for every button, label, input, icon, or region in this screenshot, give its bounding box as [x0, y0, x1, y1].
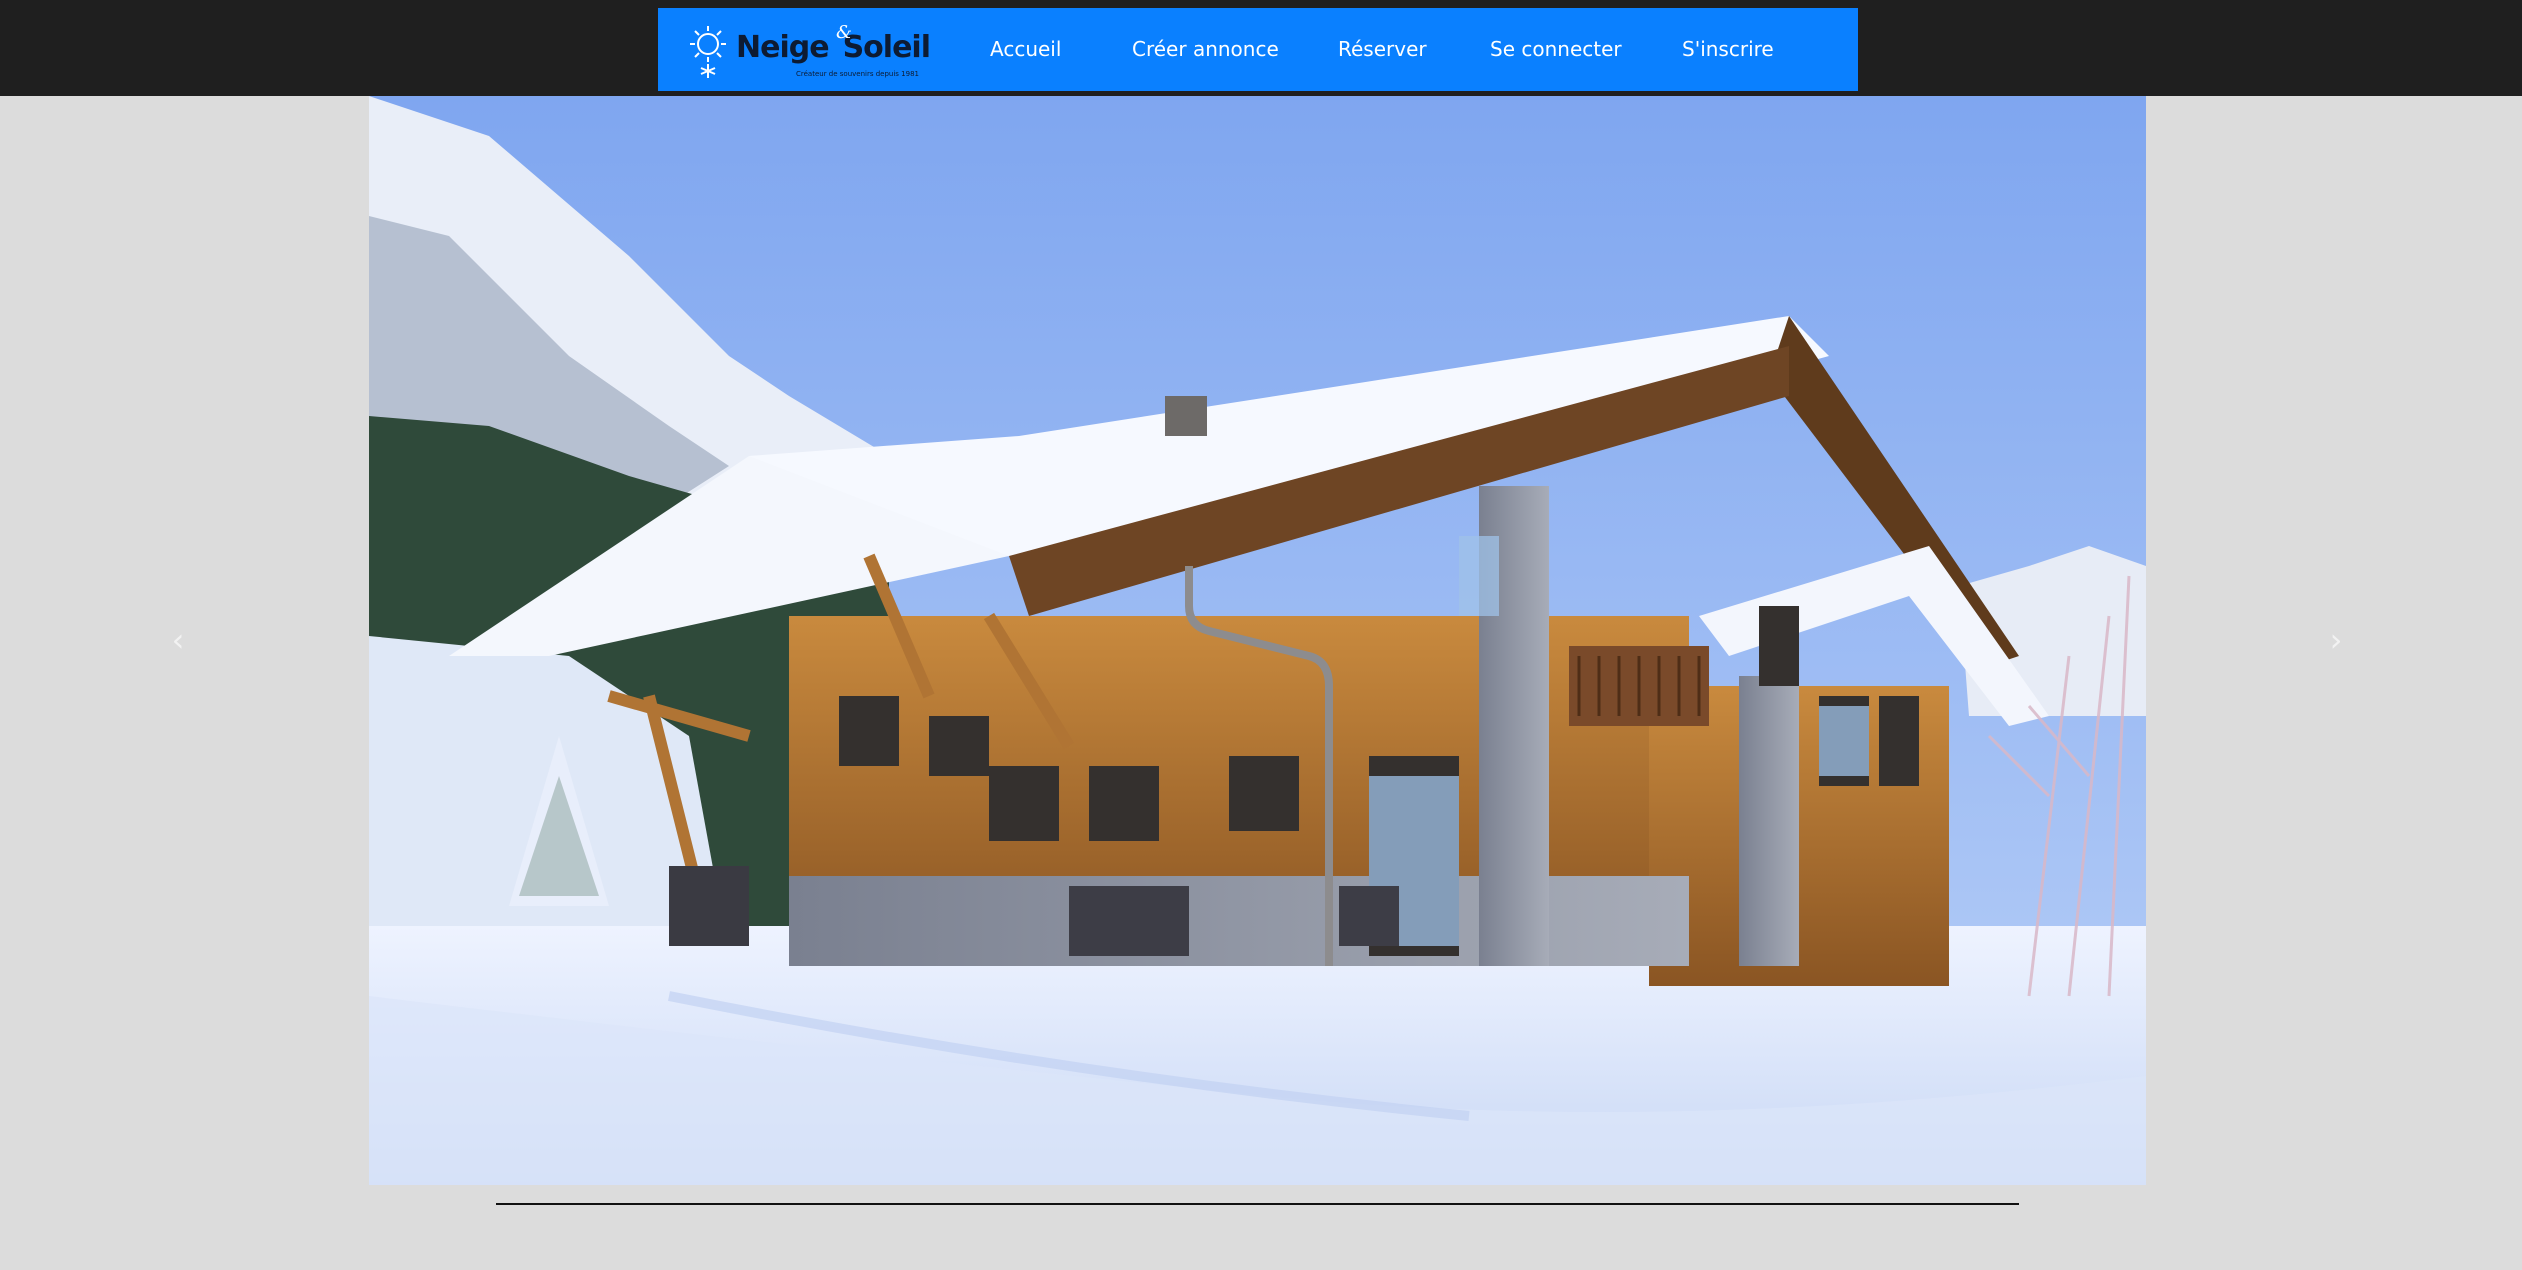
nav-reserver[interactable]: Réserver — [1338, 8, 1427, 91]
nav-accueil[interactable]: Accueil — [990, 8, 1061, 91]
brand-logo[interactable]: Neige Soleil & Créateur de souvenirs depu… — [686, 22, 931, 80]
navbar: Neige Soleil & Créateur de souvenirs depu… — [658, 8, 1858, 91]
brand-name: Neige Soleil — [736, 30, 931, 65]
nav-se-connecter[interactable]: Se connecter — [1490, 8, 1622, 91]
carousel-slide — [369, 96, 2146, 1185]
carousel-next-button[interactable]: › — [2316, 620, 2356, 660]
carousel-prev-button[interactable]: ‹ — [158, 620, 198, 660]
nav-sinscrire[interactable]: S'inscrire — [1682, 8, 1774, 91]
chevron-right-icon: › — [2329, 621, 2343, 659]
top-bar: Neige Soleil & Créateur de souvenirs depu… — [0, 0, 2522, 96]
chalet-photo — [369, 96, 2146, 1185]
chevron-left-icon: ‹ — [171, 621, 185, 659]
section-divider — [496, 1203, 2019, 1205]
brand-ampersand: & — [836, 22, 853, 43]
brand-tagline: Créateur de souvenirs depuis 1981 — [796, 70, 919, 78]
sun-snowflake-icon — [690, 26, 726, 78]
nav-creer-annonce[interactable]: Créer annonce — [1132, 8, 1279, 91]
